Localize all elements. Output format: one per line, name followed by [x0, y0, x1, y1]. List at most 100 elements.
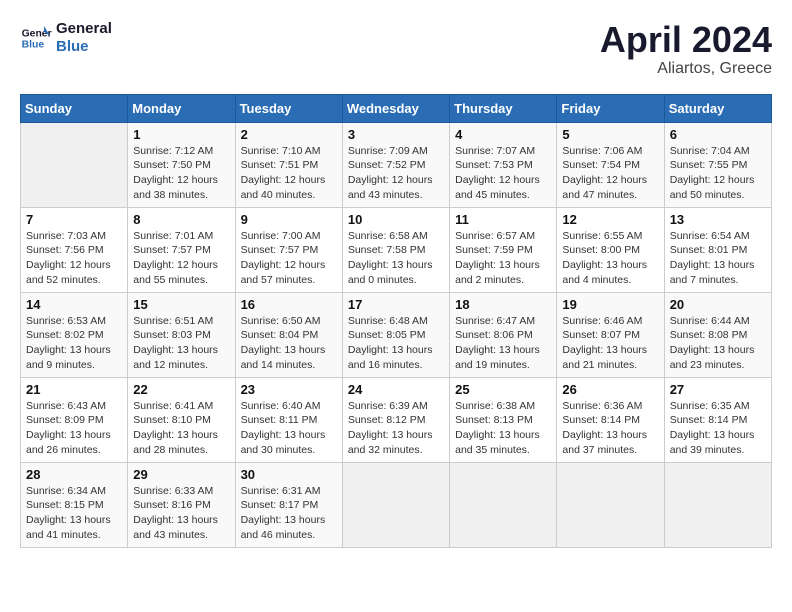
day-number: 20 — [670, 297, 766, 312]
calendar-cell-w4d3 — [342, 462, 449, 547]
day-info: Sunrise: 7:01 AMSunset: 7:57 PMDaylight:… — [133, 229, 229, 288]
calendar-cell-w1d0: 7 Sunrise: 7:03 AMSunset: 7:56 PMDaylight… — [21, 207, 128, 292]
month-title: April 2024 — [600, 20, 772, 60]
calendar-cell-w3d2: 23 Sunrise: 6:40 AMSunset: 8:11 PMDayligh… — [235, 377, 342, 462]
day-number: 29 — [133, 467, 229, 482]
calendar-cell-w4d0: 28 Sunrise: 6:34 AMSunset: 8:15 PMDayligh… — [21, 462, 128, 547]
day-info: Sunrise: 6:39 AMSunset: 8:12 PMDaylight:… — [348, 399, 444, 458]
day-info: Sunrise: 6:43 AMSunset: 8:09 PMDaylight:… — [26, 399, 122, 458]
day-number: 25 — [455, 382, 551, 397]
calendar-cell-w0d3: 3 Sunrise: 7:09 AMSunset: 7:52 PMDaylight… — [342, 122, 449, 207]
weekday-header-monday: Monday — [128, 94, 235, 122]
day-info: Sunrise: 7:07 AMSunset: 7:53 PMDaylight:… — [455, 144, 551, 203]
day-number: 23 — [241, 382, 337, 397]
day-info: Sunrise: 6:31 AMSunset: 8:17 PMDaylight:… — [241, 484, 337, 543]
calendar-cell-w0d2: 2 Sunrise: 7:10 AMSunset: 7:51 PMDaylight… — [235, 122, 342, 207]
day-number: 3 — [348, 127, 444, 142]
calendar-cell-w3d0: 21 Sunrise: 6:43 AMSunset: 8:09 PMDayligh… — [21, 377, 128, 462]
calendar-cell-w2d6: 20Sunrise: 6:44 AMSunset: 8:08 PMDayligh… — [664, 292, 771, 377]
calendar-cell-w4d2: 30 Sunrise: 6:31 AMSunset: 8:17 PMDayligh… — [235, 462, 342, 547]
weekday-header-sunday: Sunday — [21, 94, 128, 122]
calendar-cell-w3d5: 26 Sunrise: 6:36 AMSunset: 8:14 PMDayligh… — [557, 377, 664, 462]
logo-icon: General Blue — [20, 22, 52, 54]
day-number: 19 — [562, 297, 658, 312]
day-info: Sunrise: 7:03 AMSunset: 7:56 PMDaylight:… — [26, 229, 122, 288]
day-number: 16 — [241, 297, 337, 312]
calendar-cell-w0d5: 5 Sunrise: 7:06 AMSunset: 7:54 PMDaylight… — [557, 122, 664, 207]
day-info: Sunrise: 6:46 AMSunset: 8:07 PMDaylight:… — [562, 314, 658, 373]
day-number: 11 — [455, 212, 551, 227]
calendar-cell-w1d4: 11 Sunrise: 6:57 AMSunset: 7:59 PMDayligh… — [450, 207, 557, 292]
day-info: Sunrise: 6:41 AMSunset: 8:10 PMDaylight:… — [133, 399, 229, 458]
day-info: Sunrise: 6:36 AMSunset: 8:14 PMDaylight:… — [562, 399, 658, 458]
day-number: 28 — [26, 467, 122, 482]
calendar-cell-w3d3: 24Sunrise: 6:39 AMSunset: 8:12 PMDayligh… — [342, 377, 449, 462]
day-number: 27 — [670, 382, 766, 397]
day-number: 12 — [562, 212, 658, 227]
day-number: 9 — [241, 212, 337, 227]
calendar-cell-w1d1: 8 Sunrise: 7:01 AMSunset: 7:57 PMDaylight… — [128, 207, 235, 292]
day-number: 2 — [241, 127, 337, 142]
calendar-cell-w1d3: 10 Sunrise: 6:58 AMSunset: 7:58 PMDayligh… — [342, 207, 449, 292]
calendar-cell-w0d1: 1Sunrise: 7:12 AMSunset: 7:50 PMDaylight… — [128, 122, 235, 207]
day-info: Sunrise: 7:06 AMSunset: 7:54 PMDaylight:… — [562, 144, 658, 203]
day-number: 4 — [455, 127, 551, 142]
day-info: Sunrise: 7:09 AMSunset: 7:52 PMDaylight:… — [348, 144, 444, 203]
calendar-cell-w0d4: 4 Sunrise: 7:07 AMSunset: 7:53 PMDaylight… — [450, 122, 557, 207]
calendar-cell-w3d6: 27 Sunrise: 6:35 AMSunset: 8:14 PMDayligh… — [664, 377, 771, 462]
calendar-cell-w0d6: 6 Sunrise: 7:04 AMSunset: 7:55 PMDaylight… — [664, 122, 771, 207]
day-number: 21 — [26, 382, 122, 397]
calendar-cell-w3d4: 25 Sunrise: 6:38 AMSunset: 8:13 PMDayligh… — [450, 377, 557, 462]
day-info: Sunrise: 6:47 AMSunset: 8:06 PMDaylight:… — [455, 314, 551, 373]
day-info: Sunrise: 6:54 AMSunset: 8:01 PMDaylight:… — [670, 229, 766, 288]
day-info: Sunrise: 6:58 AMSunset: 7:58 PMDaylight:… — [348, 229, 444, 288]
day-number: 18 — [455, 297, 551, 312]
calendar-cell-w2d4: 18 Sunrise: 6:47 AMSunset: 8:06 PMDayligh… — [450, 292, 557, 377]
day-number: 15 — [133, 297, 229, 312]
day-number: 8 — [133, 212, 229, 227]
calendar-table: SundayMondayTuesdayWednesdayThursdayFrid… — [20, 94, 772, 548]
page-header: General Blue General Blue April 2024 Ali… — [20, 20, 772, 78]
day-info: Sunrise: 7:04 AMSunset: 7:55 PMDaylight:… — [670, 144, 766, 203]
day-info: Sunrise: 6:33 AMSunset: 8:16 PMDaylight:… — [133, 484, 229, 543]
calendar-cell-w3d1: 22 Sunrise: 6:41 AMSunset: 8:10 PMDayligh… — [128, 377, 235, 462]
logo: General Blue General Blue — [20, 20, 112, 56]
calendar-cell-w1d6: 13 Sunrise: 6:54 AMSunset: 8:01 PMDayligh… — [664, 207, 771, 292]
calendar-cell-w4d5 — [557, 462, 664, 547]
calendar-cell-w2d1: 15Sunrise: 6:51 AMSunset: 8:03 PMDayligh… — [128, 292, 235, 377]
day-number: 14 — [26, 297, 122, 312]
day-info: Sunrise: 6:40 AMSunset: 8:11 PMDaylight:… — [241, 399, 337, 458]
svg-text:Blue: Blue — [22, 40, 45, 51]
calendar-cell-w4d4 — [450, 462, 557, 547]
location: Aliartos, Greece — [600, 60, 772, 78]
day-info: Sunrise: 6:50 AMSunset: 8:04 PMDaylight:… — [241, 314, 337, 373]
weekday-header-wednesday: Wednesday — [342, 94, 449, 122]
day-info: Sunrise: 6:48 AMSunset: 8:05 PMDaylight:… — [348, 314, 444, 373]
day-info: Sunrise: 6:35 AMSunset: 8:14 PMDaylight:… — [670, 399, 766, 458]
day-info: Sunrise: 6:38 AMSunset: 8:13 PMDaylight:… — [455, 399, 551, 458]
day-number: 10 — [348, 212, 444, 227]
day-info: Sunrise: 6:34 AMSunset: 8:15 PMDaylight:… — [26, 484, 122, 543]
day-info: Sunrise: 7:10 AMSunset: 7:51 PMDaylight:… — [241, 144, 337, 203]
calendar-cell-w1d5: 12Sunrise: 6:55 AMSunset: 8:00 PMDayligh… — [557, 207, 664, 292]
day-number: 1 — [133, 127, 229, 142]
logo-blue: Blue — [56, 38, 112, 56]
day-number: 30 — [241, 467, 337, 482]
calendar-cell-w1d2: 9 Sunrise: 7:00 AMSunset: 7:57 PMDaylight… — [235, 207, 342, 292]
weekday-header-saturday: Saturday — [664, 94, 771, 122]
day-info: Sunrise: 6:57 AMSunset: 7:59 PMDaylight:… — [455, 229, 551, 288]
weekday-header-friday: Friday — [557, 94, 664, 122]
day-number: 7 — [26, 212, 122, 227]
logo-general: General — [56, 20, 112, 38]
calendar-cell-w4d6 — [664, 462, 771, 547]
day-info: Sunrise: 7:00 AMSunset: 7:57 PMDaylight:… — [241, 229, 337, 288]
day-number: 6 — [670, 127, 766, 142]
weekday-header-thursday: Thursday — [450, 94, 557, 122]
day-number: 5 — [562, 127, 658, 142]
day-number: 22 — [133, 382, 229, 397]
day-number: 26 — [562, 382, 658, 397]
weekday-header-tuesday: Tuesday — [235, 94, 342, 122]
calendar-cell-w0d0 — [21, 122, 128, 207]
day-number: 13 — [670, 212, 766, 227]
calendar-cell-w4d1: 29 Sunrise: 6:33 AMSunset: 8:16 PMDayligh… — [128, 462, 235, 547]
